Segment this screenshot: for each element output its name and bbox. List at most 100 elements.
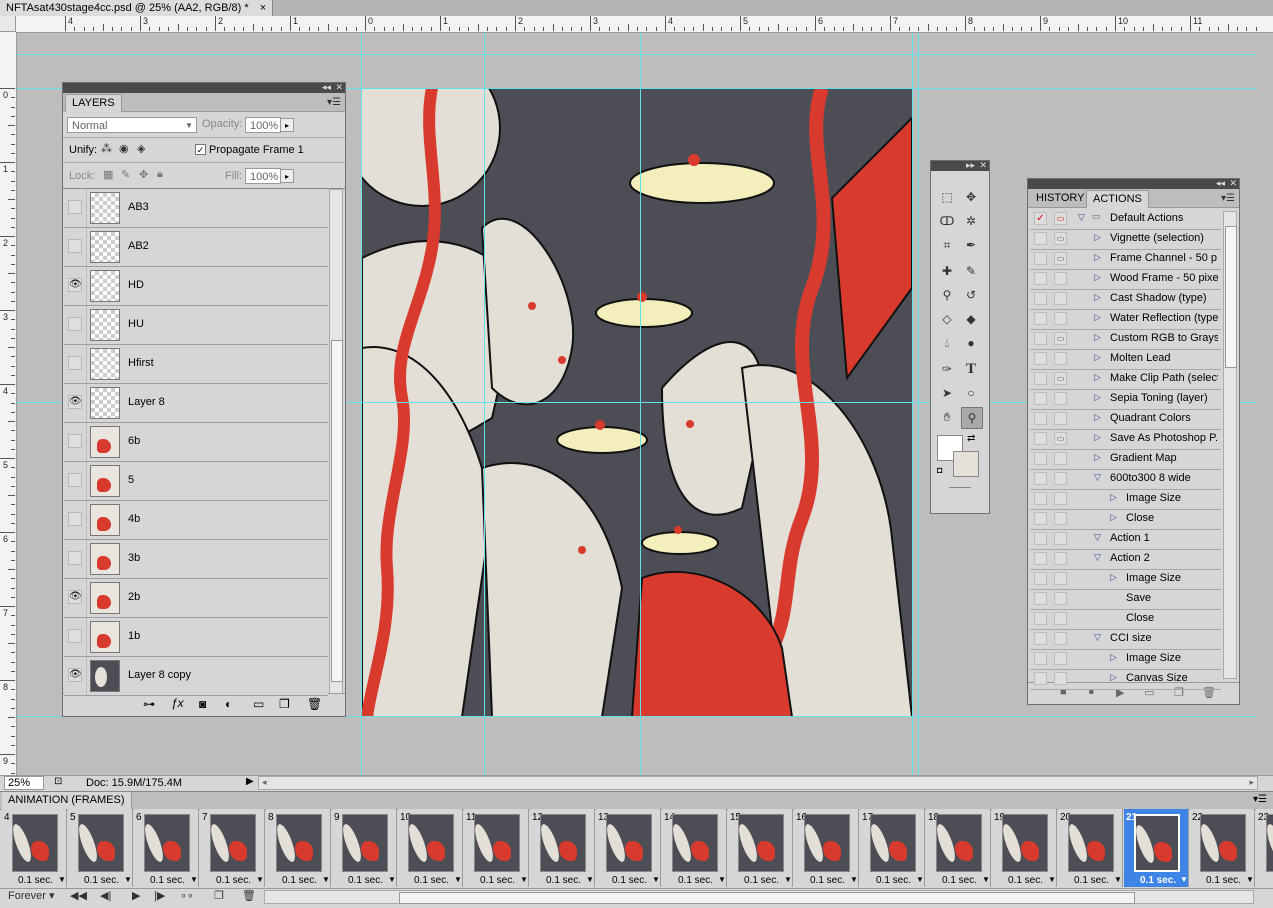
action-item[interactable]: ▷ Image Size	[1030, 489, 1221, 510]
guide-vertical[interactable]	[912, 33, 913, 775]
action-item[interactable]: ▷ Molten Lead	[1030, 349, 1221, 370]
layer-row[interactable]: AB3	[64, 189, 328, 228]
scroll-left-icon[interactable]: ◂	[262, 777, 267, 788]
tween-icon[interactable]: ∘∘	[180, 889, 194, 902]
panel-titlebar[interactable]: ◂◂ ✕	[63, 82, 345, 93]
layer-row[interactable]: 4b	[64, 501, 328, 540]
panel-menu-icon[interactable]: ▾☰	[1221, 193, 1235, 204]
guide-horizontal[interactable]	[17, 54, 1257, 55]
action-toggle-checkbox[interactable]	[1034, 432, 1047, 445]
collapse-icon[interactable]: ◂◂	[322, 82, 331, 93]
disclosure-collapsed-icon[interactable]: ▷	[1094, 312, 1101, 323]
dialog-toggle[interactable]	[1054, 312, 1067, 325]
frame-delay[interactable]: 0.1 sec.	[414, 875, 449, 886]
dialog-toggle[interactable]	[1054, 272, 1067, 285]
animation-frame[interactable]: 9 0.1 sec. ▼	[332, 809, 397, 887]
action-toggle-checkbox[interactable]	[1034, 492, 1047, 505]
path-select-icon[interactable]: ➤	[937, 383, 957, 403]
move-icon[interactable]: ✥	[961, 187, 981, 207]
prev-frame-icon[interactable]: ◀|	[100, 889, 111, 902]
disclosure-collapsed-icon[interactable]: ▷	[1094, 252, 1101, 263]
tab-actions[interactable]: ACTIONS	[1086, 190, 1149, 208]
layer-row[interactable]: 👁︎ 2b	[64, 579, 328, 618]
action-item[interactable]: Close	[1030, 609, 1221, 630]
action-item[interactable]: ▷ Close	[1030, 509, 1221, 530]
dialog-toggle-icon[interactable]: ▭	[1054, 432, 1067, 445]
frame-delay[interactable]: 0.1 sec.	[348, 875, 383, 886]
chevron-down-icon[interactable]: ▼	[1246, 875, 1254, 884]
frame-delay[interactable]: 0.1 sec.	[612, 875, 647, 886]
layers-scrollbar[interactable]	[329, 189, 343, 695]
dialog-toggle[interactable]	[1054, 552, 1067, 565]
frame-delay[interactable]: 0.1 sec.	[942, 875, 977, 886]
collapse-icon[interactable]: ◂◂	[1216, 178, 1225, 189]
unify-position-icon[interactable]: ⁂	[101, 142, 112, 155]
action-toggle-checkbox[interactable]	[1034, 512, 1047, 525]
blend-mode-select[interactable]: Normal ▼	[67, 117, 197, 133]
disclosure-collapsed-icon[interactable]: ▷	[1094, 272, 1101, 283]
disclosure-collapsed-icon[interactable]: ▷	[1094, 352, 1101, 363]
dialog-toggle[interactable]	[1054, 352, 1067, 365]
default-colors-icon[interactable]: ◘	[937, 465, 942, 475]
action-item[interactable]: ▷ Sepia Toning (layer)	[1030, 389, 1221, 410]
dialog-toggle[interactable]	[1054, 672, 1067, 685]
frame-delay[interactable]: 0.1 sec.	[18, 875, 53, 886]
action-toggle-checkbox[interactable]	[1034, 292, 1047, 305]
scroll-thumb[interactable]	[331, 340, 343, 682]
dialog-toggle[interactable]	[1054, 652, 1067, 665]
action-toggle-checkbox[interactable]	[1034, 612, 1047, 625]
action-toggle-checkbox[interactable]	[1034, 332, 1047, 345]
disclosure-expanded-icon[interactable]: ▽	[1094, 632, 1101, 643]
close-icon[interactable]: ×	[260, 2, 266, 14]
action-item[interactable]: ▽ Action 2	[1030, 549, 1221, 570]
ruler-top[interactable]: 4 3 2 1 0 1 2 3 4 5 6 7 8 9 10 11	[16, 16, 1273, 33]
lasso-icon[interactable]: ↀ	[937, 211, 957, 231]
play-icon[interactable]: ▶	[132, 889, 140, 902]
disclosure-collapsed-icon[interactable]: ▷	[1094, 332, 1101, 343]
action-item[interactable]: ▽ Action 1	[1030, 529, 1221, 550]
mask-icon[interactable]: ◙	[199, 697, 206, 711]
dodge-icon[interactable]: ●	[961, 333, 981, 353]
eye-icon[interactable]: 👁︎	[68, 395, 82, 409]
chevron-down-icon[interactable]: ▼	[718, 875, 726, 884]
layer-row[interactable]: AB2	[64, 228, 328, 267]
action-toggle-checkbox[interactable]	[1034, 632, 1047, 645]
action-item[interactable]: ▭ ▷ Make Clip Path (select...	[1030, 369, 1221, 390]
zoom-input[interactable]: 25%	[4, 776, 44, 790]
chevron-down-icon[interactable]: ▼	[982, 875, 990, 884]
disclosure-collapsed-icon[interactable]: ▷	[1094, 452, 1101, 463]
action-item[interactable]: ▷ Image Size	[1030, 649, 1221, 670]
dialog-toggle[interactable]	[1054, 532, 1067, 545]
frame-delay[interactable]: 0.1 sec.	[810, 875, 845, 886]
animation-frame[interactable]: 19 0.1 sec. ▼	[992, 809, 1057, 887]
dialog-toggle[interactable]	[1054, 452, 1067, 465]
chevron-down-icon[interactable]: ▼	[388, 875, 396, 884]
action-item[interactable]: ▷ Cast Shadow (type)	[1030, 289, 1221, 310]
ruler-origin[interactable]	[0, 16, 16, 32]
history-brush-icon[interactable]: ↺	[961, 285, 981, 305]
chevron-down-icon[interactable]: ▼	[916, 875, 924, 884]
layer-row[interactable]: 5	[64, 462, 328, 501]
ruler-left[interactable]: 0 1 2 3 4 5 6 7 8 9	[0, 32, 17, 820]
frame-delay[interactable]: 0.1 sec.	[1140, 875, 1176, 886]
frame-delay[interactable]: 0.1 sec.	[1074, 875, 1109, 886]
animation-frame[interactable]: 14 0.1 sec. ▼	[662, 809, 727, 887]
dialog-toggle-icon[interactable]: ▭	[1054, 232, 1067, 245]
fill-input[interactable]: 100%	[245, 168, 281, 184]
chevron-down-icon[interactable]: ▼	[520, 875, 528, 884]
animation-frame[interactable]: 20 0.1 sec. ▼	[1058, 809, 1123, 887]
stamp-icon[interactable]: ⚲	[937, 285, 957, 305]
frame-delay[interactable]: 0.1 sec.	[1008, 875, 1043, 886]
horizontal-scrollbar[interactable]: ◂ ▸	[258, 776, 1258, 790]
animation-frame[interactable]: 12 0.1 sec. ▼	[530, 809, 595, 887]
folder-icon[interactable]: ▭	[253, 697, 264, 711]
new-layer-icon[interactable]: ❐	[279, 697, 290, 711]
frame-delay[interactable]: 0.1 sec.	[282, 875, 317, 886]
opacity-input[interactable]: 100%	[245, 117, 281, 133]
visibility-toggle[interactable]	[68, 200, 82, 214]
visibility-toggle[interactable]	[68, 434, 82, 448]
visibility-toggle[interactable]	[68, 512, 82, 526]
action-toggle-checkbox[interactable]	[1034, 232, 1047, 245]
actions-scrollbar[interactable]	[1223, 211, 1237, 679]
chevron-down-icon[interactable]: ▼	[454, 875, 462, 884]
